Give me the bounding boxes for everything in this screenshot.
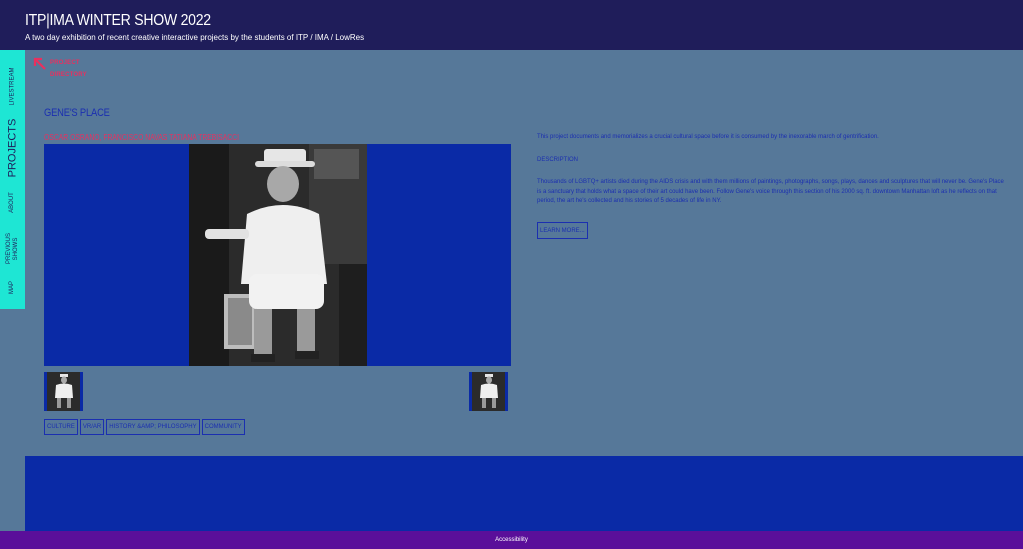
learn-more-button[interactable]: LEARN MORE... (537, 222, 588, 239)
nav-about-label: ABOUT (8, 191, 15, 213)
project-authors: OSCAR OSRANO, FRANCISCO NAVAS TATIANA TR… (44, 133, 239, 142)
tag-vr-ar[interactable]: VR/AR (79, 419, 105, 435)
project-title: GENE'S PLACE (44, 107, 110, 119)
project-photo (189, 144, 367, 366)
nav-about[interactable]: ABOUT (0, 184, 25, 220)
nav-livestream-label: LIVESTREAM (9, 66, 16, 106)
nav-previous-shows[interactable]: PREVIOUS SHOWS (0, 226, 25, 272)
site-subtitle: A two day exhibition of recent creative … (25, 33, 365, 42)
nav-projects[interactable]: PROJECTS (0, 118, 25, 178)
thumbnail-1[interactable] (44, 372, 83, 411)
site-title[interactable]: ITP|IMA WINTER SHOW 2022 (25, 12, 211, 30)
tag-culture[interactable]: CULTURE (44, 419, 78, 435)
nav-map[interactable]: MAP (0, 276, 25, 298)
project-directory-label: PROJECT DIRECTORY (50, 57, 87, 81)
footer-band (25, 456, 1023, 531)
thumbnail-photo (472, 372, 505, 411)
project-directory-link[interactable]: PROJECT DIRECTORY (33, 57, 87, 81)
accessibility-bar: Accessibility (0, 531, 1023, 549)
accessibility-link[interactable]: Accessibility (495, 537, 528, 543)
tag-community[interactable]: COMMUNITY (201, 419, 245, 435)
nav-previous-shows-label: PREVIOUS SHOWS (5, 232, 19, 264)
nav-map-label: MAP (8, 280, 15, 294)
thumbnail-2[interactable] (469, 372, 508, 411)
left-strip (0, 309, 25, 531)
project-directory-label-line1: PROJECT (50, 60, 80, 66)
project-description: Thousands of LGBTQ+ artists died during … (537, 179, 1004, 204)
tag-list: CULTURE VR/AR HISTORY &AMP; PHILOSOPHY C… (44, 419, 245, 435)
thumbnail-photo (47, 372, 80, 411)
tag-history-philosophy[interactable]: HISTORY &AMP; PHILOSOPHY (106, 419, 200, 435)
side-navigation: LIVESTREAM PROJECTS ABOUT PREVIOUS SHOWS… (0, 50, 25, 309)
project-description-panel: This project documents and memorializes … (537, 133, 1007, 207)
arrow-up-left-icon (33, 57, 46, 70)
project-main-image (44, 144, 511, 366)
project-summary: This project documents and memorializes … (537, 134, 879, 140)
project-directory-label-line2: DIRECTORY (50, 72, 87, 78)
description-heading: DESCRIPTION (537, 156, 579, 163)
nav-projects-label: PROJECTS (6, 118, 19, 178)
site-header: ITP|IMA WINTER SHOW 2022 A two day exhib… (0, 0, 1023, 50)
nav-livestream[interactable]: LIVESTREAM (0, 58, 25, 114)
